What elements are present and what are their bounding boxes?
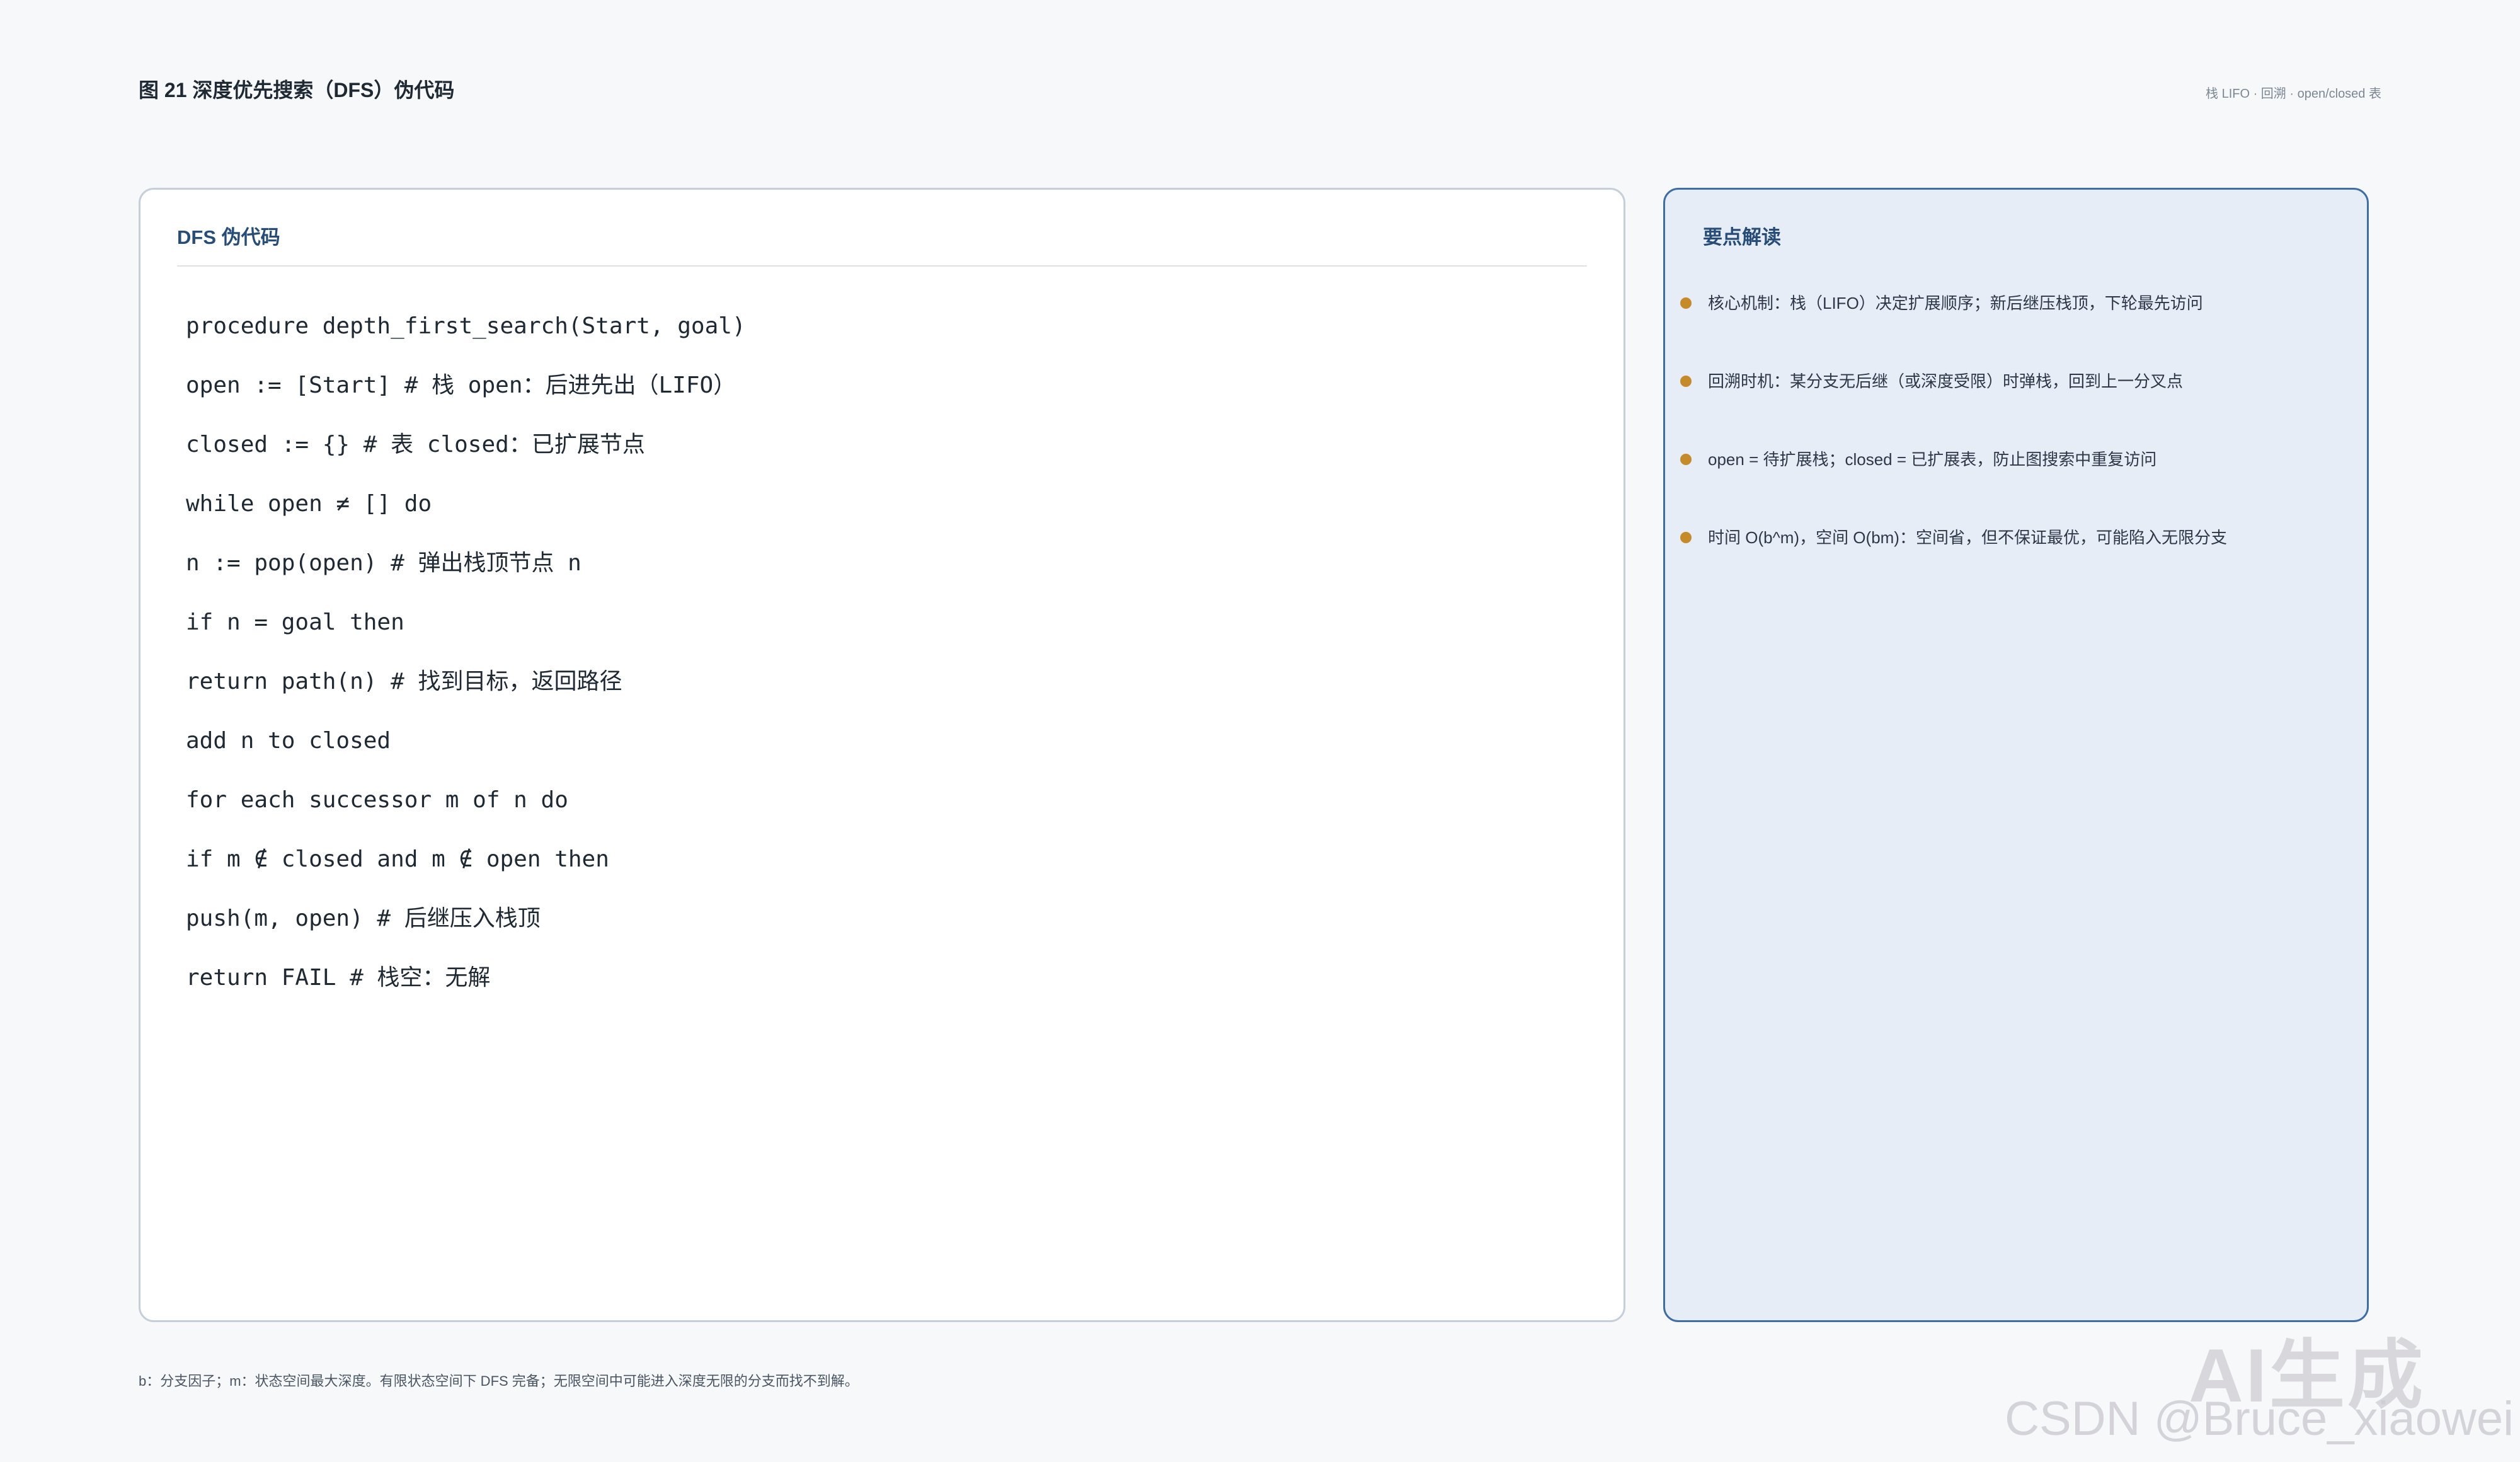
bullet-dot-icon xyxy=(1680,297,1692,309)
bullet-dot-icon xyxy=(1680,532,1692,543)
author-credit-watermark: CSDN @Bruce_xiaowei xyxy=(2005,1392,2514,1446)
code-line: add n to closed xyxy=(186,728,391,754)
code-line: while open ≠ [] do xyxy=(186,491,432,517)
key-point-item: 核心机制：栈（LIFO）决定扩展顺序；新后继压栈顶，下轮最先访问 xyxy=(1680,291,2227,369)
key-point-item: 时间 O(b^m)，空间 O(bm)：空间省，但不保证最优，可能陷入无限分支 xyxy=(1680,525,2227,603)
figure-tags: 栈 LIFO · 回溯 · open/closed 表 xyxy=(2206,87,2381,101)
bullet-dot-icon xyxy=(1680,454,1692,465)
code-line: procedure depth_first_search(Start, goal… xyxy=(186,313,746,339)
footnote: b：分支因子；m：状态空间最大深度。有限状态空间下 DFS 完备；无限空间中可能… xyxy=(139,1373,859,1389)
code-line: for each successor m of n do xyxy=(186,787,568,813)
code-line: push(m, open) # 后继压入栈顶 xyxy=(186,906,541,931)
code-line: return path(n) # 找到目标，返回路径 xyxy=(186,669,622,694)
key-points-panel-title: 要点解读 xyxy=(1703,226,1781,248)
code-line: return FAIL # 栈空：无解 xyxy=(186,965,491,991)
pseudocode-panel: DFS 伪代码 procedure depth_first_search(Sta… xyxy=(139,188,1625,1322)
key-points-list: 核心机制：栈（LIFO）决定扩展顺序；新后继压栈顶，下轮最先访问 回溯时机：某分… xyxy=(1680,291,2227,603)
code-line: closed := {} # 表 closed：已扩展节点 xyxy=(186,432,645,458)
key-point-item: 回溯时机：某分支无后继（或深度受限）时弹栈，回到上一分叉点 xyxy=(1680,369,2227,447)
key-point-text: 时间 O(b^m)，空间 O(bm)：空间省，但不保证最优，可能陷入无限分支 xyxy=(1708,528,2227,547)
code-line: n := pop(open) # 弹出栈顶节点 n xyxy=(186,550,581,576)
code-line: if n = goal then xyxy=(186,609,404,635)
code-line: open := [Start] # 栈 open：后进先出（LIFO） xyxy=(186,372,736,398)
code-block: procedure depth_first_search(Start, goal… xyxy=(186,297,746,1008)
bullet-dot-icon xyxy=(1680,376,1692,387)
code-line: if m ∉ closed and m ∉ open then xyxy=(186,846,609,872)
pseudocode-panel-title: DFS 伪代码 xyxy=(177,226,280,248)
panel-divider xyxy=(177,265,1587,267)
figure-title: 图 21 深度优先搜索（DFS）伪代码 xyxy=(139,79,455,101)
key-points-panel: 要点解读 核心机制：栈（LIFO）决定扩展顺序；新后继压栈顶，下轮最先访问 回溯… xyxy=(1663,188,2369,1322)
key-point-item: open = 待扩展栈；closed = 已扩展表，防止图搜索中重复访问 xyxy=(1680,447,2227,525)
key-point-text: open = 待扩展栈；closed = 已扩展表，防止图搜索中重复访问 xyxy=(1708,450,2157,469)
key-point-text: 核心机制：栈（LIFO）决定扩展顺序；新后继压栈顶，下轮最先访问 xyxy=(1708,294,2203,313)
key-point-text: 回溯时机：某分支无后继（或深度受限）时弹栈，回到上一分叉点 xyxy=(1708,372,2184,391)
